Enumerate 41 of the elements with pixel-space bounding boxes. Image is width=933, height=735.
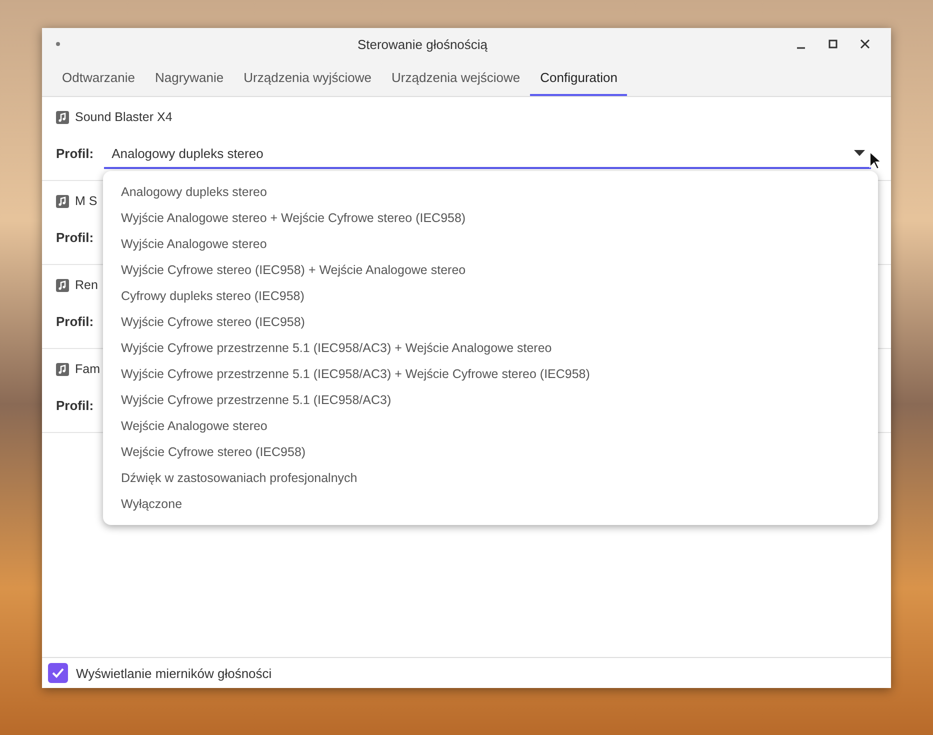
tab[interactable]: Urządzenia wyjściowe [234,60,382,96]
check-icon [52,668,64,678]
menu-item[interactable]: Wyjście Analogowe stereo [103,231,878,257]
profile-label: Profil: [56,398,94,414]
music-note-icon [56,362,69,376]
music-note-icon [56,194,69,208]
tab[interactable]: Configuration [530,60,628,96]
menu-item[interactable]: Wyjście Cyfrowe stereo (IEC958) [103,309,878,335]
maximize-icon [828,39,838,49]
menu-item[interactable]: Wyjście Cyfrowe przestrzenne 5.1 (IEC958/AC3) + Wejście Cyfrowe stereo (IEC958) [103,361,878,387]
menu-item[interactable]: Wyjście Cyfrowe przestrzenne 5.1 (IEC958/AC3) [103,387,878,413]
profile-label: Profil: [56,314,94,330]
device-name: Fam [75,362,100,376]
music-note-icon [56,278,69,292]
profile-label: Profil: [56,146,94,162]
menu-item[interactable]: Wyjście Cyfrowe stereo (IEC958) + Wejście Analogowe stereo [103,257,878,283]
checkbox-label: Wyświetlanie mierników głośności [76,666,272,680]
menu-item[interactable]: Cyfrowy dupleks stereo (IEC958) [103,283,878,309]
menu-item[interactable]: Wyłączone [103,491,878,517]
menu-item[interactable]: Wejście Analogowe stereo [103,413,878,439]
dot-icon [56,42,60,46]
caret-icon [854,150,865,156]
mouse-cursor-icon [869,151,881,170]
device-name: Ren [75,278,98,292]
profile-dropdown[interactable]: Analogowy dupleks stereo [104,139,871,169]
menu-item[interactable]: Wyjście Analogowe stereo + Wejście Cyfrowe stereo (IEC958) [103,205,878,231]
device-name: M S [75,194,98,208]
window-title: Sterowanie głośnością [356,36,489,52]
device-name: Sound Blaster X4 [75,110,172,124]
tab[interactable]: Odtwarzanie [52,60,145,96]
menu-item[interactable]: Wejście Cyfrowe stereo (IEC958) [103,439,878,465]
profile-label: Profil: [56,230,94,246]
checkbox[interactable] [48,663,68,683]
tab[interactable]: Nagrywanie [144,60,234,96]
tab[interactable]: Urządzenia wejściowe [382,60,530,96]
close-icon [860,39,870,49]
minimize-icon [796,47,806,49]
menu-item[interactable]: Wyjście Cyfrowe przestrzenne 5.1 (IEC958/AC3) + Wejście Analogowe stereo [103,335,878,361]
menu-item[interactable]: Dźwięk w zastosowaniach profesjonalnych [103,465,878,491]
music-note-icon [56,110,69,124]
menu-item[interactable]: Analogowy dupleks stereo [103,179,878,205]
